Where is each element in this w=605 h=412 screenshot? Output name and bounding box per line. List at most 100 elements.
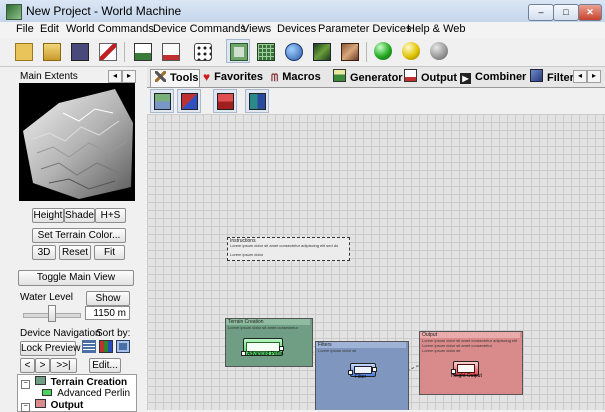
output-tool-button[interactable] bbox=[213, 89, 237, 113]
group-description: Lorem ipsum dolor sit amet consectetur bbox=[228, 325, 299, 330]
save-project-button[interactable] bbox=[68, 40, 90, 62]
menu-device-commands[interactable]: Device Commands bbox=[153, 23, 246, 35]
tree-item-output[interactable]: − Output bbox=[21, 399, 83, 412]
mountain-icon bbox=[313, 43, 331, 61]
tab-label: Combiner bbox=[475, 71, 527, 83]
3d-preview-button[interactable] bbox=[310, 40, 332, 62]
output-doc-button[interactable] bbox=[159, 40, 181, 62]
tab-label: Filter bbox=[547, 72, 574, 84]
portal-tool-button[interactable] bbox=[245, 89, 269, 113]
show-water-button[interactable]: Show bbox=[86, 291, 130, 306]
3d-button[interactable]: 3D bbox=[32, 245, 56, 260]
node-input-port[interactable] bbox=[241, 351, 246, 356]
layer-tool-button[interactable] bbox=[177, 89, 201, 113]
shade-view-button[interactable]: Shade bbox=[64, 208, 95, 223]
tab-label: Output bbox=[421, 72, 458, 84]
tab-generator[interactable]: Generator bbox=[333, 69, 403, 87]
terrain-chart-icon bbox=[134, 43, 152, 61]
toggle-main-view-button[interactable]: Toggle Main View bbox=[18, 270, 134, 286]
dice-icon bbox=[194, 43, 212, 61]
group-tool-button[interactable] bbox=[150, 89, 174, 113]
new-folder-icon bbox=[15, 43, 33, 61]
build-full-button[interactable] bbox=[428, 40, 450, 62]
group-description: Lorem ipsum dolor sit bbox=[318, 348, 357, 353]
tab-macros[interactable]: ᗰ Macros bbox=[271, 69, 321, 87]
close-button[interactable]: ✕ bbox=[578, 4, 602, 21]
collapse-icon[interactable]: − bbox=[21, 403, 30, 412]
water-level-input[interactable]: 1150 m bbox=[85, 306, 130, 320]
device-icon bbox=[42, 389, 52, 396]
build-normal-button[interactable] bbox=[372, 40, 394, 62]
panel-prev-button[interactable]: ◂ bbox=[108, 70, 122, 83]
node-output-port[interactable] bbox=[372, 367, 377, 372]
fit-button[interactable]: Fit bbox=[94, 245, 125, 260]
collapse-icon[interactable]: − bbox=[21, 380, 30, 389]
menu-bar: File Edit World Commands Device Commands… bbox=[0, 22, 605, 38]
tool-palette bbox=[147, 88, 605, 114]
output-tool-icon bbox=[217, 93, 234, 110]
menu-file[interactable]: File bbox=[16, 23, 34, 35]
device-workview-button[interactable] bbox=[226, 39, 250, 63]
node-preview bbox=[457, 364, 475, 373]
tab-tools[interactable]: Tools bbox=[150, 69, 200, 87]
build-extents-button[interactable] bbox=[400, 40, 422, 62]
main-toolbar bbox=[0, 38, 605, 67]
node-preview bbox=[354, 366, 372, 374]
group-icon bbox=[34, 399, 46, 408]
tabs-scroll-left-button[interactable]: ◂ bbox=[573, 70, 587, 83]
menu-views[interactable]: Views bbox=[242, 23, 271, 35]
terrain-preview-image bbox=[19, 83, 135, 201]
nav-last-button[interactable]: >>| bbox=[50, 358, 77, 373]
group-tool-icon bbox=[154, 93, 171, 110]
randomize-button[interactable] bbox=[191, 40, 213, 62]
tab-favorites[interactable]: ♥ Favorites bbox=[203, 69, 263, 87]
panel-next-button[interactable]: ▸ bbox=[122, 70, 136, 83]
tab-output[interactable]: Output bbox=[404, 69, 457, 87]
nav-next-button[interactable]: > bbox=[35, 358, 50, 373]
tabs-scroll-right-button[interactable]: ▸ bbox=[587, 70, 601, 83]
menu-edit[interactable]: Edit bbox=[40, 23, 59, 35]
lock-preview-button[interactable]: Lock Preview bbox=[20, 341, 80, 356]
nav-prev-button[interactable]: < bbox=[20, 358, 35, 373]
window-title: New Project - World Machine bbox=[26, 4, 182, 18]
tab-combiner[interactable]: ▶ Combiner bbox=[460, 69, 526, 87]
macro-tool-button[interactable] bbox=[96, 40, 118, 62]
world-view-button[interactable] bbox=[282, 40, 304, 62]
sort-list-icon[interactable] bbox=[82, 340, 96, 353]
set-terrain-color-button[interactable]: Set Terrain Color... bbox=[32, 228, 126, 243]
texture-view-button[interactable] bbox=[338, 40, 360, 62]
height-shade-view-button[interactable]: H+S bbox=[95, 208, 126, 223]
menu-parameter-devices[interactable]: Parameter Devices bbox=[318, 23, 412, 35]
tab-filter[interactable]: Filter bbox=[530, 69, 574, 87]
menu-world-commands[interactable]: World Commands bbox=[66, 23, 154, 35]
terrain-preview[interactable] bbox=[19, 83, 135, 201]
sort-group-icon[interactable] bbox=[116, 340, 130, 353]
minimize-button[interactable]: – bbox=[528, 4, 554, 21]
menu-devices[interactable]: Devices bbox=[277, 23, 316, 35]
device-tree[interactable]: − Terrain Creation Advanced Perlin − Out… bbox=[17, 374, 137, 412]
toolbar-separator bbox=[366, 42, 367, 62]
build-view-button[interactable] bbox=[131, 40, 153, 62]
device-workview[interactable]: Instructions Lorem ipsum dolor sit amet … bbox=[147, 114, 605, 410]
water-level-slider-thumb[interactable] bbox=[48, 305, 56, 322]
layout-view-button[interactable] bbox=[254, 40, 276, 62]
group-description: Lorem ipsum dolor sit amet consectetur a… bbox=[422, 338, 518, 353]
main-extents-title: Main Extents bbox=[20, 71, 78, 82]
open-project-button[interactable] bbox=[40, 40, 62, 62]
node-label: Advanced Perlin bbox=[247, 351, 284, 357]
maximize-button[interactable]: □ bbox=[553, 4, 579, 21]
new-project-button[interactable] bbox=[12, 40, 34, 62]
node-input-port[interactable] bbox=[348, 370, 353, 375]
heart-icon: ♥ bbox=[203, 70, 211, 84]
height-view-button[interactable]: Height bbox=[32, 208, 64, 223]
tree-item-label: Advanced Perlin bbox=[57, 388, 131, 399]
title-bar: New Project - World Machine – □ ✕ bbox=[0, 0, 605, 23]
menu-help-web[interactable]: Help & Web bbox=[407, 23, 466, 35]
layer-tool-icon bbox=[181, 93, 198, 110]
tree-item-advanced-perlin[interactable]: Advanced Perlin bbox=[42, 388, 130, 399]
sort-type-icon[interactable] bbox=[99, 340, 113, 353]
reset-button[interactable]: Reset bbox=[59, 245, 91, 260]
water-level-label: Water Level bbox=[20, 292, 73, 303]
green-sphere-icon bbox=[374, 42, 392, 60]
edit-button[interactable]: Edit... bbox=[89, 358, 121, 373]
